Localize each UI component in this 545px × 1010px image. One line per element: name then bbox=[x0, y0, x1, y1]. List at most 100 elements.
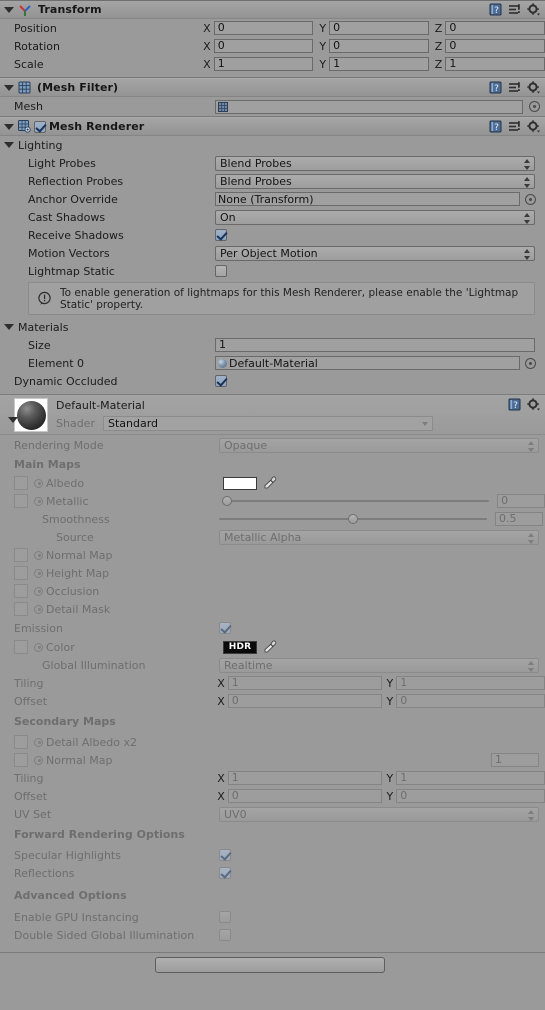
position-x-field[interactable]: 0 bbox=[213, 21, 314, 35]
reflections-checkbox[interactable] bbox=[219, 867, 231, 879]
secondary-normal-map-toggle-icon[interactable] bbox=[34, 755, 43, 765]
rendering-mode-dropdown[interactable]: Opaque bbox=[219, 437, 539, 453]
reflection-probes-dropdown[interactable]: Blend Probes bbox=[215, 173, 535, 189]
axis-label-y: Y bbox=[386, 771, 394, 785]
smoothness-value-field[interactable]: 0.5 bbox=[495, 512, 543, 526]
component-header-mesh-renderer[interactable]: Mesh Renderer ? bbox=[0, 117, 545, 136]
smoothness-source-dropdown[interactable]: Metallic Alpha bbox=[219, 529, 539, 545]
rotation-z-field[interactable]: 0 bbox=[445, 39, 545, 53]
detail-albedo-toggle-icon[interactable] bbox=[34, 737, 43, 747]
metallic-toggle-icon[interactable] bbox=[34, 496, 43, 506]
secondary-tiling-y-field[interactable]: 1 bbox=[396, 771, 545, 785]
normal-map-toggle-icon[interactable] bbox=[34, 550, 43, 560]
main-offset-x-field[interactable]: 0 bbox=[227, 694, 382, 708]
metallic-slider[interactable] bbox=[222, 494, 490, 508]
secondary-normal-map-scale-field[interactable]: 1 bbox=[491, 753, 539, 767]
emission-color-toggle-icon[interactable] bbox=[34, 642, 43, 652]
cast-shadows-dropdown[interactable]: On bbox=[215, 209, 535, 225]
gear-icon[interactable] bbox=[527, 3, 540, 16]
rotation-y-field[interactable]: 0 bbox=[329, 39, 429, 53]
smoothness-slider-knob[interactable] bbox=[348, 514, 358, 524]
eyedropper-icon[interactable] bbox=[263, 640, 277, 654]
dynamic-occluded-checkbox[interactable] bbox=[215, 375, 227, 387]
shader-dropdown[interactable]: Standard bbox=[103, 416, 433, 431]
albedo-texture-slot[interactable] bbox=[14, 476, 28, 490]
secondary-normal-map-texture-slot[interactable] bbox=[14, 753, 28, 767]
help-book-icon[interactable]: ? bbox=[489, 81, 502, 94]
help-book-icon[interactable]: ? bbox=[508, 398, 521, 411]
anchor-override-picker-icon[interactable] bbox=[525, 193, 536, 205]
help-book-icon[interactable]: ? bbox=[489, 3, 502, 16]
component-header-transform[interactable]: Transform ? bbox=[0, 0, 545, 19]
help-book-icon[interactable]: ? bbox=[489, 120, 502, 133]
metallic-slider-knob[interactable] bbox=[222, 496, 233, 506]
add-component-button[interactable] bbox=[155, 957, 385, 973]
uv-set-dropdown[interactable]: UV0 bbox=[219, 806, 539, 822]
gear-icon[interactable] bbox=[527, 398, 540, 411]
secondary-tiling-x-field[interactable]: 1 bbox=[227, 771, 382, 785]
lightmap-static-checkbox[interactable] bbox=[215, 265, 227, 277]
light-probes-dropdown[interactable]: Blend Probes bbox=[215, 155, 535, 171]
mesh-object-field[interactable] bbox=[215, 99, 523, 114]
detail-mask-texture-slot[interactable] bbox=[14, 602, 28, 616]
row-label: Position bbox=[14, 21, 57, 35]
albedo-toggle-icon[interactable] bbox=[34, 478, 43, 488]
emission-color-swatch[interactable]: HDR bbox=[223, 640, 257, 654]
detail-mask-toggle-icon[interactable] bbox=[34, 604, 43, 614]
scale-x-field[interactable]: 1 bbox=[213, 57, 314, 71]
main-tiling-y-field[interactable]: 1 bbox=[396, 676, 545, 690]
anchor-override-object-field[interactable]: None (Transform) bbox=[215, 192, 520, 206]
normal-map-texture-slot[interactable] bbox=[14, 548, 28, 562]
specular-highlights-checkbox[interactable] bbox=[219, 849, 231, 861]
mesh-object-picker-icon[interactable] bbox=[529, 101, 540, 112]
emission-checkbox[interactable] bbox=[219, 622, 231, 634]
double-sided-gi-checkbox[interactable] bbox=[219, 929, 231, 941]
position-y-field[interactable]: 0 bbox=[329, 21, 429, 35]
scale-z-field[interactable]: 1 bbox=[445, 57, 545, 71]
scale-y-field[interactable]: 1 bbox=[329, 57, 429, 71]
preset-icon[interactable] bbox=[508, 81, 521, 94]
motion-vectors-dropdown[interactable]: Per Object Motion bbox=[215, 245, 535, 261]
detail-albedo-texture-slot[interactable] bbox=[14, 735, 28, 749]
lightmap-help-box: To enable generation of lightmaps for th… bbox=[28, 282, 535, 315]
emission-texture-slot[interactable] bbox=[14, 640, 28, 654]
materials-size-field[interactable]: 1 bbox=[215, 338, 535, 352]
materials-section-foldout[interactable]: Materials bbox=[0, 318, 545, 336]
preset-icon[interactable] bbox=[508, 120, 521, 133]
metallic-texture-slot[interactable] bbox=[14, 494, 28, 508]
mesh-renderer-enabled-checkbox[interactable] bbox=[34, 120, 46, 133]
foldout-triangle-mesh-filter[interactable] bbox=[4, 84, 14, 91]
lighting-section-foldout[interactable]: Lighting bbox=[0, 136, 545, 154]
height-map-toggle-icon[interactable] bbox=[34, 568, 43, 578]
secondary-offset-y-field[interactable]: 0 bbox=[396, 789, 545, 803]
component-header-mesh-filter[interactable]: (Mesh Filter) ? bbox=[0, 78, 545, 97]
gear-icon[interactable] bbox=[527, 120, 540, 133]
global-illumination-dropdown[interactable]: Realtime bbox=[219, 657, 539, 673]
rotation-x-field[interactable]: 0 bbox=[213, 39, 314, 53]
foldout-triangle-transform[interactable] bbox=[4, 6, 14, 13]
element0-picker-icon[interactable] bbox=[525, 357, 536, 369]
height-map-texture-slot[interactable] bbox=[14, 566, 28, 580]
metallic-value-field[interactable]: 0 bbox=[497, 494, 545, 508]
gpu-instancing-checkbox[interactable] bbox=[219, 911, 231, 923]
gear-icon[interactable] bbox=[527, 81, 540, 94]
axis-label-x: X bbox=[203, 39, 211, 53]
occlusion-texture-slot[interactable] bbox=[14, 584, 28, 598]
foldout-triangle-lighting[interactable] bbox=[4, 142, 14, 148]
main-offset-y-field[interactable]: 0 bbox=[396, 694, 545, 708]
occlusion-toggle-icon[interactable] bbox=[34, 586, 43, 596]
smoothness-slider[interactable] bbox=[219, 512, 487, 526]
foldout-triangle-mesh-renderer[interactable] bbox=[4, 123, 14, 130]
main-tiling-x-field[interactable]: 1 bbox=[227, 676, 382, 690]
foldout-triangle-materials[interactable] bbox=[4, 324, 14, 330]
receive-shadows-checkbox[interactable] bbox=[215, 229, 227, 241]
row-label: Scale bbox=[14, 57, 44, 71]
eyedropper-icon[interactable] bbox=[263, 476, 277, 490]
secondary-offset-x-field[interactable]: 0 bbox=[227, 789, 382, 803]
position-z-field[interactable]: 0 bbox=[445, 21, 545, 35]
foldout-triangle-material[interactable] bbox=[8, 417, 18, 423]
preset-icon[interactable] bbox=[508, 3, 521, 16]
element0-object-field[interactable]: Default-Material bbox=[215, 356, 520, 370]
albedo-color-swatch[interactable] bbox=[223, 476, 257, 490]
row-label: Occlusion bbox=[46, 584, 100, 598]
